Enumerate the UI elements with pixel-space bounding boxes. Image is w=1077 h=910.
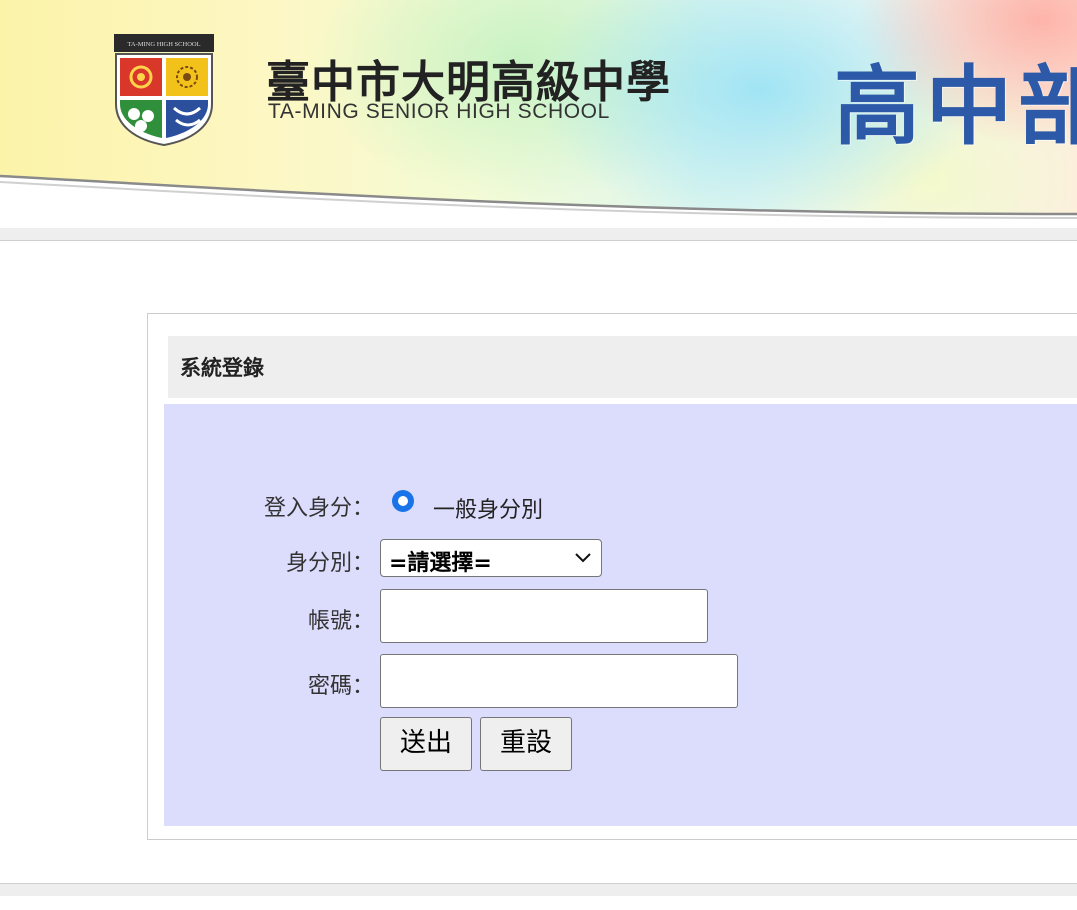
chevron-down-icon: [575, 553, 591, 563]
password-input[interactable]: [380, 654, 738, 708]
login-panel-title: 系統登錄: [180, 356, 264, 380]
role-label: 身分別：: [285, 551, 374, 576]
banner-divider: [0, 228, 1077, 241]
identity-label: 登入身分：: [263, 496, 374, 521]
login-panel-header: 系統登錄: [168, 336, 1077, 398]
submit-button[interactable]: 送出: [380, 717, 472, 771]
header-banner: TA-MING HIGH SCHOOL 臺中市大明高級中學 TA-MING SE…: [0, 0, 1077, 222]
login-panel: 系統登錄 登入身分： 一般身分別 身分別： =請選擇= 帳號： 密碼： 送出 重…: [147, 313, 1077, 840]
footer-divider: [0, 883, 1077, 896]
banner-department-title: 高中部: [834, 57, 1077, 157]
identity-radio-general-label[interactable]: 一般身分別: [433, 492, 543, 524]
password-label: 密碼：: [307, 674, 374, 699]
role-select-value: =請選擇=: [389, 551, 492, 576]
identity-radio-general[interactable]: [392, 490, 414, 512]
login-form: 登入身分： 一般身分別 身分別： =請選擇= 帳號： 密碼： 送出 重設: [164, 404, 1077, 826]
reset-button[interactable]: 重設: [480, 717, 572, 771]
logo-band-text: TA-MING HIGH SCHOOL: [127, 41, 200, 48]
page: TA-MING HIGH SCHOOL 臺中市大明高級中學 TA-MING SE…: [0, 0, 1077, 910]
school-name-english: TA-MING SENIOR HIGH SCHOOL: [268, 100, 610, 123]
account-input[interactable]: [380, 589, 708, 643]
account-label: 帳號：: [307, 609, 374, 634]
school-emblem-icon[interactable]: TA-MING HIGH SCHOOL: [112, 34, 216, 147]
role-select[interactable]: =請選擇=: [380, 539, 602, 577]
